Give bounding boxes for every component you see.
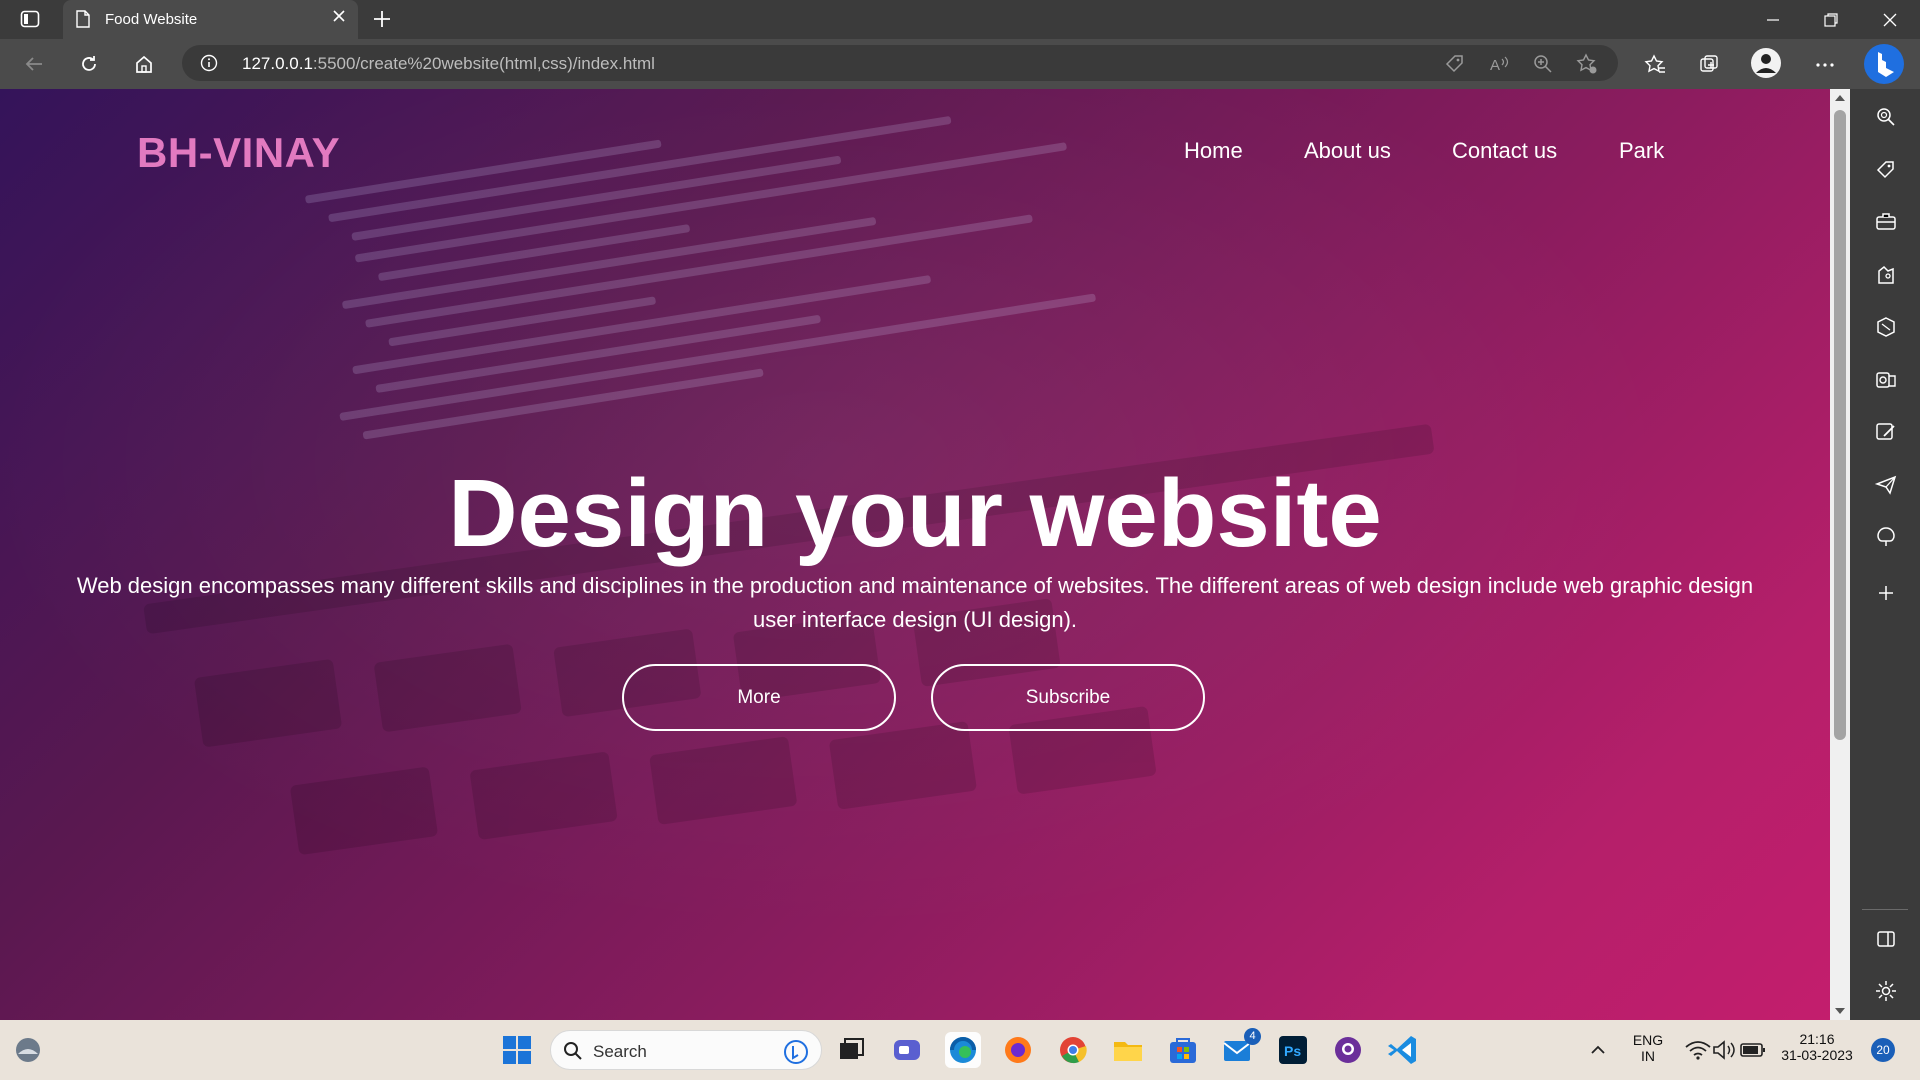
- taskbar-search[interactable]: Search: [550, 1030, 822, 1070]
- store-icon[interactable]: [1165, 1032, 1201, 1068]
- sidebar-divider: [1862, 909, 1908, 910]
- page-icon: [75, 10, 91, 28]
- close-window-button[interactable]: [1862, 0, 1920, 39]
- more-icon[interactable]: [1810, 50, 1838, 78]
- profile-icon[interactable]: [1751, 48, 1781, 78]
- hero-subtitle: Web design encompasses many different sk…: [76, 573, 1754, 632]
- task-view-icon[interactable]: [833, 1032, 869, 1068]
- clock-date: 31-03-2023: [1781, 1047, 1853, 1063]
- scroll-up-icon[interactable]: [1835, 95, 1845, 101]
- nav-about-us[interactable]: About us: [1304, 138, 1391, 164]
- edge-taskbar-icon[interactable]: [945, 1032, 981, 1068]
- settings-icon[interactable]: [1874, 979, 1898, 1003]
- back-icon[interactable]: [20, 50, 48, 78]
- url-text: 127.0.0.1:5500/create%20website(html,css…: [242, 54, 655, 74]
- notification-badge[interactable]: 20: [1871, 1038, 1895, 1062]
- more-button[interactable]: More: [622, 664, 896, 731]
- nav-park[interactable]: Park: [1619, 138, 1664, 164]
- taskbar: Search 4 Ps ENG IN 21:16 31-03-2023 20: [0, 1020, 1920, 1080]
- chrome-icon[interactable]: [1055, 1032, 1091, 1068]
- clock[interactable]: 21:16 31-03-2023: [1775, 1031, 1859, 1063]
- github-icon[interactable]: [1330, 1032, 1366, 1068]
- zoom-icon[interactable]: [1532, 53, 1554, 75]
- vscode-icon[interactable]: [1385, 1032, 1421, 1068]
- refresh-icon[interactable]: [75, 50, 103, 78]
- browser-title-bar: Food Website: [0, 0, 1920, 39]
- svg-text:A: A: [1490, 57, 1500, 74]
- shopping-icon[interactable]: [1874, 158, 1898, 182]
- mail-badge: 4: [1244, 1028, 1261, 1045]
- info-icon[interactable]: [200, 54, 218, 72]
- browser-tab[interactable]: Food Website: [63, 0, 358, 39]
- teams-chat-icon[interactable]: [889, 1032, 925, 1068]
- tab-actions-icon[interactable]: [20, 10, 40, 28]
- tools-icon[interactable]: [1874, 210, 1898, 234]
- svg-text:Ps: Ps: [1284, 1043, 1301, 1059]
- plus-icon[interactable]: [1874, 581, 1898, 605]
- search-label: Search: [593, 1042, 647, 1061]
- office-icon[interactable]: [1874, 315, 1898, 339]
- page-scrollbar[interactable]: [1830, 89, 1850, 1020]
- scroll-down-icon[interactable]: [1835, 1008, 1845, 1014]
- scroll-thumb[interactable]: [1834, 110, 1846, 740]
- drop-icon[interactable]: [1874, 420, 1898, 444]
- sidebar-toggle-icon[interactable]: [1874, 927, 1898, 951]
- url-path: :5500/create%20website(html,css)/index.h…: [312, 54, 655, 73]
- weather-widget-icon[interactable]: [10, 1032, 46, 1068]
- home-icon[interactable]: [130, 50, 158, 78]
- read-aloud-icon[interactable]: A: [1488, 53, 1510, 75]
- photoshop-icon[interactable]: Ps: [1275, 1032, 1311, 1068]
- restore-button[interactable]: [1803, 0, 1861, 39]
- m365-icon[interactable]: [1874, 525, 1898, 549]
- site-logo[interactable]: BH-VINAY: [137, 129, 340, 177]
- start-icon[interactable]: [499, 1032, 535, 1068]
- mail-icon[interactable]: 4: [1220, 1028, 1261, 1068]
- nav-home[interactable]: Home: [1184, 138, 1243, 164]
- close-icon[interactable]: [332, 9, 346, 23]
- firefox-icon[interactable]: [1000, 1032, 1036, 1068]
- nav-contact-us[interactable]: Contact us: [1452, 138, 1557, 164]
- browser-toolbar: 127.0.0.1:5500/create%20website(html,css…: [0, 39, 1920, 89]
- hero-title: Design your website: [448, 460, 1382, 567]
- favorite-add-icon[interactable]: [1576, 53, 1598, 75]
- telegram-icon[interactable]: [1874, 473, 1898, 497]
- favorites-icon[interactable]: [1640, 50, 1668, 78]
- language-indicator[interactable]: ENG IN: [1630, 1032, 1666, 1064]
- bing-icon[interactable]: [1864, 44, 1904, 84]
- search-icon: [564, 1042, 582, 1060]
- tab-title: Food Website: [105, 11, 198, 28]
- collections-icon[interactable]: [1695, 50, 1723, 78]
- web-page: BH-VINAY Home About us Contact us Park D…: [0, 89, 1830, 1020]
- tag-icon[interactable]: [1444, 53, 1466, 75]
- outlook-icon[interactable]: [1874, 368, 1898, 392]
- address-bar[interactable]: 127.0.0.1:5500/create%20website(html,css…: [182, 45, 1618, 81]
- games-icon[interactable]: [1874, 263, 1898, 287]
- url-host: 127.0.0.1: [242, 54, 313, 73]
- plus-icon[interactable]: [372, 9, 392, 29]
- clock-time: 21:16: [1799, 1031, 1835, 1047]
- search-icon[interactable]: [1874, 105, 1898, 129]
- edge-sidebar: [1850, 89, 1920, 1020]
- bing-icon: [784, 1040, 808, 1064]
- subscribe-button[interactable]: Subscribe: [931, 664, 1205, 731]
- chevron-up-icon[interactable]: [1580, 1032, 1616, 1068]
- region-code: IN: [1641, 1048, 1655, 1064]
- minimize-button[interactable]: [1745, 0, 1803, 39]
- file-explorer-icon[interactable]: [1110, 1032, 1146, 1068]
- language-code: ENG: [1632, 1032, 1664, 1048]
- battery-icon[interactable]: [1735, 1032, 1771, 1068]
